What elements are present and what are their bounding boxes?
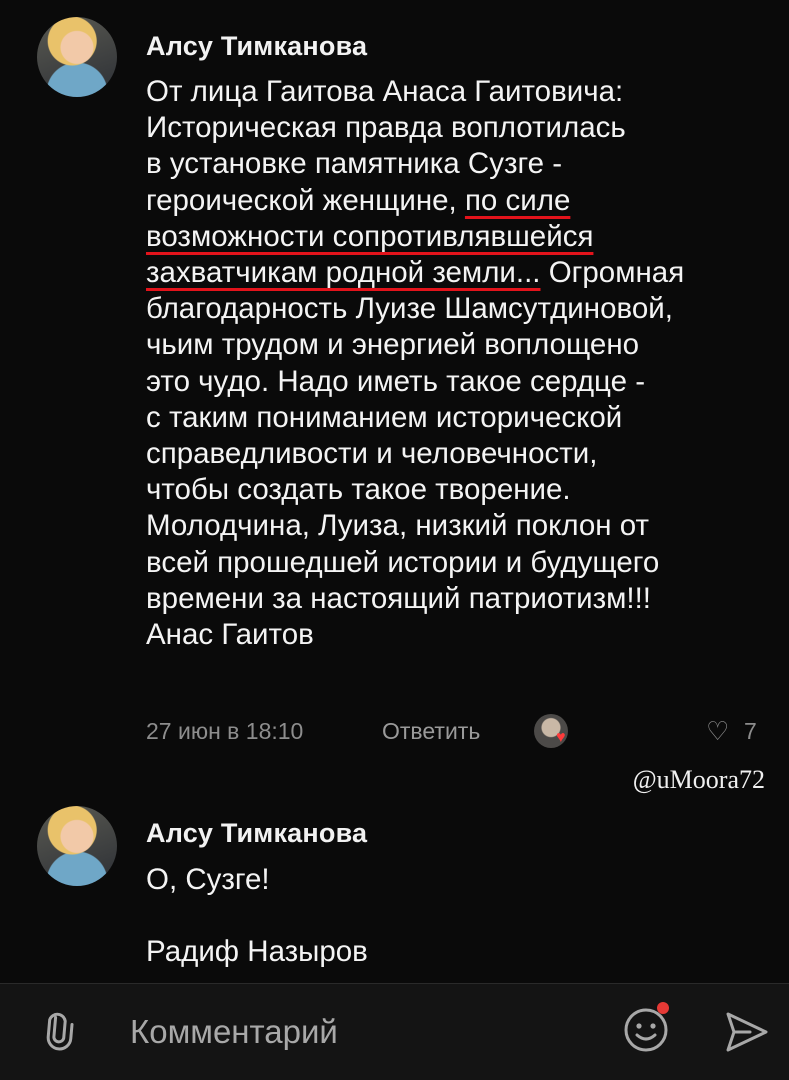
like-count: 7 bbox=[744, 718, 757, 744]
watermark: @uMoora72 bbox=[632, 765, 765, 794]
notification-dot bbox=[657, 1002, 669, 1014]
paperclip-icon[interactable] bbox=[26, 998, 94, 1066]
comment-text: От лица Гаитова Анаса Гаитовича: Историч… bbox=[146, 75, 685, 652]
reply-button[interactable]: Ответить bbox=[382, 718, 480, 745]
comment-meta: 27 июн в 18:10 Ответить ♥ ♡ 7 bbox=[146, 712, 776, 752]
underlined-phrase: по силе bbox=[464, 183, 571, 217]
heart-outline-icon[interactable]: ♡ bbox=[706, 718, 729, 744]
comment-input[interactable] bbox=[128, 1008, 592, 1056]
underlined-phrase: захватчикам родной земли... bbox=[146, 256, 541, 290]
comment-date: 27 июн в 18:10 bbox=[146, 718, 304, 744]
underlined-phrase: возможности сопротивлявшейся bbox=[146, 219, 594, 253]
avatar[interactable] bbox=[37, 806, 117, 886]
comment-composer bbox=[0, 983, 789, 1080]
comment-author[interactable]: Алсу Тимканова bbox=[146, 818, 367, 849]
comment-author[interactable]: Алсу Тимканова bbox=[146, 31, 367, 62]
avatar[interactable] bbox=[37, 17, 117, 97]
comment-text: О, Сузге! Радиф Назыров bbox=[146, 863, 368, 969]
heart-badge-icon: ♥ bbox=[556, 729, 566, 746]
send-icon[interactable] bbox=[720, 1006, 772, 1058]
